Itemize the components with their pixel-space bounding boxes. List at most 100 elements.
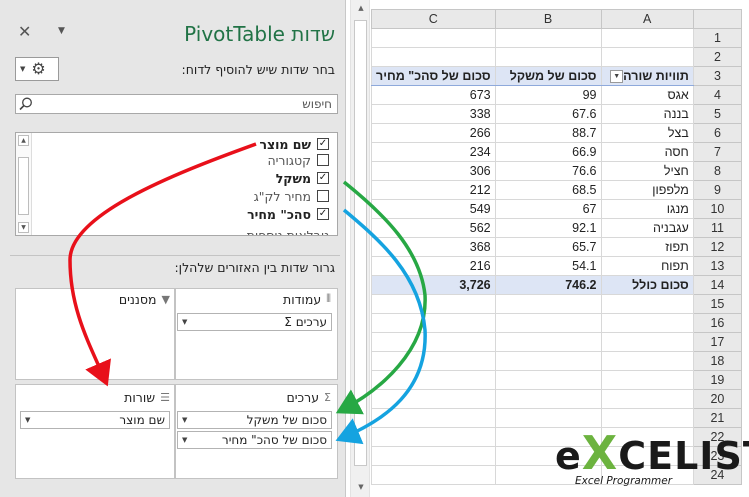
- cell-c[interactable]: [371, 465, 496, 485]
- row-header[interactable]: 16: [692, 313, 743, 333]
- rows-area[interactable]: ☰ שורות ▼ שם מוצר: [15, 384, 175, 479]
- cell-b[interactable]: 746.2: [494, 275, 602, 295]
- cell-c[interactable]: 216: [371, 256, 496, 276]
- cell-b[interactable]: 99: [494, 85, 602, 105]
- cell-b[interactable]: 76.6: [494, 161, 602, 181]
- row-header[interactable]: 5: [692, 104, 743, 124]
- cell-a[interactable]: תפוז: [600, 237, 694, 257]
- vertical-scrollbar[interactable]: ▲ ▼: [350, 0, 370, 497]
- checkbox-checked[interactable]: ✓: [317, 172, 329, 184]
- cell-b[interactable]: [494, 47, 602, 67]
- filters-area[interactable]: ▼ מסננים: [15, 288, 175, 380]
- cell-a[interactable]: מנגו: [600, 199, 694, 219]
- cell-a[interactable]: סכום כולל: [600, 275, 694, 295]
- cell-b[interactable]: [494, 351, 602, 371]
- row-header[interactable]: 8: [692, 161, 743, 181]
- cell-b[interactable]: 54.1: [494, 256, 602, 276]
- cell-c[interactable]: [371, 332, 496, 352]
- cell-b[interactable]: [494, 332, 602, 352]
- cell-a[interactable]: תפוח: [600, 256, 694, 276]
- row-label-filter-icon[interactable]: ▼: [610, 70, 624, 84]
- checkbox-checked[interactable]: ✓: [317, 208, 329, 220]
- cell-c[interactable]: 562: [371, 218, 496, 238]
- cell-c[interactable]: [371, 47, 496, 67]
- field-item-total-price[interactable]: ✓ סהכ" מחיר: [247, 205, 329, 223]
- column-header-c[interactable]: C: [371, 9, 496, 29]
- cell-b[interactable]: 67.6: [494, 104, 602, 124]
- cell-c[interactable]: 338: [371, 104, 496, 124]
- cell-a[interactable]: חסה: [600, 142, 694, 162]
- field-list-scrollbar[interactable]: ▲ ▼: [16, 133, 32, 235]
- cell-c[interactable]: [371, 313, 496, 333]
- tools-gear-button[interactable]: ▼ ⚙: [15, 57, 59, 81]
- cell-c[interactable]: [371, 408, 496, 428]
- row-header[interactable]: 20: [692, 389, 743, 409]
- cell-b[interactable]: 68.5: [494, 180, 602, 200]
- cell-a[interactable]: עגבניה: [600, 218, 694, 238]
- column-header-b[interactable]: B: [494, 9, 602, 29]
- cell-a[interactable]: [600, 389, 694, 409]
- columns-area[interactable]: ⦀ עמודות ▼ ערכים Σ: [175, 288, 338, 380]
- scroll-thumb[interactable]: [18, 157, 29, 215]
- cell-a[interactable]: בצל: [600, 123, 694, 143]
- cell-c[interactable]: [371, 28, 496, 48]
- row-header[interactable]: 2: [692, 47, 743, 67]
- row-header[interactable]: 14: [692, 275, 743, 295]
- row-header[interactable]: 12: [692, 237, 743, 257]
- cell-a[interactable]: [600, 47, 694, 67]
- cell-c[interactable]: סכום של סהכ" מחיר: [371, 66, 496, 86]
- row-header[interactable]: 15: [692, 294, 743, 314]
- cell-b[interactable]: [494, 370, 602, 390]
- select-all-corner[interactable]: [692, 9, 743, 29]
- cell-c[interactable]: 3,726: [371, 275, 496, 295]
- row-header[interactable]: 10: [692, 199, 743, 219]
- column-header-a[interactable]: A: [600, 9, 694, 29]
- scroll-down-icon[interactable]: ▼: [18, 222, 29, 233]
- cell-a[interactable]: [600, 370, 694, 390]
- search-input[interactable]: [34, 96, 332, 112]
- row-header[interactable]: 4: [692, 85, 743, 105]
- cell-a[interactable]: [600, 313, 694, 333]
- row-header[interactable]: 9: [692, 180, 743, 200]
- scroll-up-icon[interactable]: ▲: [18, 135, 29, 146]
- values-area[interactable]: Σ ערכים ▼ סכום של משקל ▼ סכום של סהכ" מח…: [175, 384, 338, 479]
- field-item-weight[interactable]: ✓ משקל: [276, 169, 329, 187]
- row-header[interactable]: 19: [692, 370, 743, 390]
- cell-a[interactable]: בננה: [600, 104, 694, 124]
- cell-c[interactable]: [371, 427, 496, 447]
- checkbox[interactable]: [317, 190, 329, 202]
- close-icon[interactable]: ✕: [18, 22, 31, 41]
- row-header[interactable]: 7: [692, 142, 743, 162]
- cell-a[interactable]: [600, 351, 694, 371]
- checkbox-checked[interactable]: ✓: [317, 138, 329, 150]
- scroll-down-icon[interactable]: ▼: [354, 483, 368, 493]
- row-header[interactable]: 3: [692, 66, 743, 86]
- row-header[interactable]: 17: [692, 332, 743, 352]
- cell-c[interactable]: 306: [371, 161, 496, 181]
- more-tables-link[interactable]: טבלאות נוספות: [247, 226, 329, 236]
- row-header[interactable]: 13: [692, 256, 743, 276]
- cell-b[interactable]: 67: [494, 199, 602, 219]
- cell-c[interactable]: 549: [371, 199, 496, 219]
- cell-b[interactable]: 66.9: [494, 142, 602, 162]
- cell-c[interactable]: 212: [371, 180, 496, 200]
- cell-c[interactable]: [371, 370, 496, 390]
- cell-a[interactable]: מלפפון: [600, 180, 694, 200]
- cell-c[interactable]: 673: [371, 85, 496, 105]
- cell-b[interactable]: [494, 294, 602, 314]
- cell-b[interactable]: [494, 28, 602, 48]
- cell-c[interactable]: 368: [371, 237, 496, 257]
- cell-b[interactable]: 65.7: [494, 237, 602, 257]
- cell-c[interactable]: [371, 389, 496, 409]
- field-item-price-per-kg[interactable]: מחיר לק"ג: [254, 187, 329, 205]
- values-chip-sum-total-price[interactable]: ▼ סכום של סהכ" מחיר: [177, 431, 332, 449]
- cell-b[interactable]: [494, 313, 602, 333]
- cell-c[interactable]: [371, 294, 496, 314]
- cell-b[interactable]: [494, 389, 602, 409]
- values-chip-sum-weight[interactable]: ▼ סכום של משקל: [177, 411, 332, 429]
- row-header[interactable]: 1: [692, 28, 743, 48]
- row-header[interactable]: 18: [692, 351, 743, 371]
- rows-chip-product-name[interactable]: ▼ שם מוצר: [20, 411, 170, 429]
- cell-c[interactable]: 266: [371, 123, 496, 143]
- field-item-category[interactable]: קטגוריה: [267, 151, 329, 169]
